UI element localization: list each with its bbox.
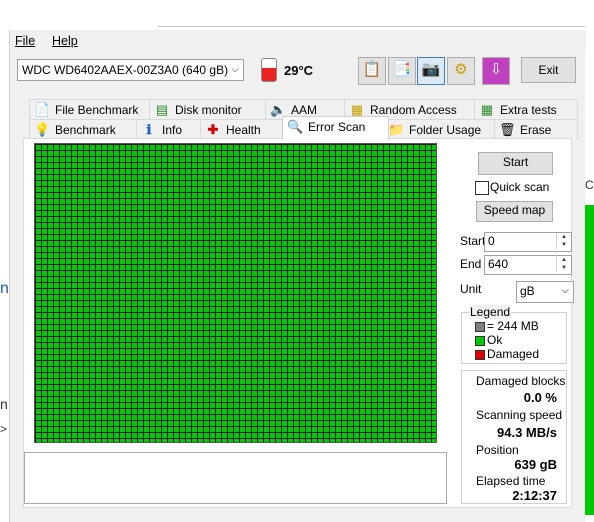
tab-extra-tests[interactable]: ▦ Extra tests [474, 99, 578, 120]
magnifier-icon: 🔍 [287, 119, 304, 134]
background-text: > [0, 422, 8, 436]
exit-button[interactable]: Exit [521, 57, 576, 83]
quick-scan-checkbox[interactable] [475, 181, 489, 195]
legend-title: Legend [469, 305, 512, 319]
start-input[interactable]: 0 ▲ ▼ [484, 232, 572, 252]
scan-log-box[interactable] [24, 452, 447, 504]
scan-grid-lines [35, 144, 436, 442]
legend-box: Legend = 244 MB Ok Damaged [461, 305, 567, 364]
thermometer-icon [261, 58, 277, 82]
legend-damaged: Damaged [487, 347, 540, 361]
options-button[interactable]: ⚙ [447, 57, 475, 85]
unit-select[interactable]: gB ⌵ [516, 281, 574, 303]
start-scan-button[interactable]: Start [478, 152, 553, 175]
copy-button[interactable]: 📋 [358, 57, 386, 85]
chart-icon: ▤ [155, 102, 169, 117]
screenshot-button[interactable]: 📷 [417, 57, 445, 85]
damaged-blocks-label: Damaged blocks [476, 374, 566, 388]
download-button[interactable]: ⇩ [482, 57, 510, 85]
temperature-readout: 29°C [284, 63, 314, 78]
scanning-speed-value: 94.3 MB/s [497, 425, 557, 440]
bulb-icon: 💡 [34, 122, 51, 137]
damaged-blocks-value: 0.0 % [523, 390, 557, 405]
tab-health[interactable]: ✚ Health [200, 119, 288, 140]
tab-error-scan[interactable]: 🔍 Error Scan [282, 116, 389, 140]
menu-bar: File Help [10, 30, 586, 52]
block-swatch [475, 322, 485, 332]
menu-help[interactable]: Help [52, 34, 78, 48]
tab-file-benchmark[interactable]: 📄 File Benchmark [29, 99, 155, 120]
tools-icon: ⚙ [454, 61, 468, 78]
chevron-down-icon: ⌵ [231, 64, 239, 75]
chevron-down-icon: ⌵ [561, 285, 569, 296]
scanning-speed-label: Scanning speed [476, 408, 563, 422]
spinner-arrows-icon[interactable]: ▲ ▼ [556, 233, 571, 249]
drive-select[interactable]: WDC WD6402AAEX-00Z3A0 (640 gB) ⌵ [17, 59, 244, 81]
save-text-icon: 📑 [392, 61, 412, 78]
drive-select-value: WDC WD6402AAEX-00Z3A0 (640 gB) [22, 63, 229, 77]
unit-label: Unit [460, 282, 482, 296]
tab-folder-usage[interactable]: 📁 Folder Usage [383, 119, 500, 140]
trash-icon: 🗑 [499, 122, 516, 137]
menu-file[interactable]: File [15, 34, 35, 48]
tab-info[interactable]: ℹ Info [136, 119, 206, 140]
legend-ok: Ok [487, 333, 503, 347]
camera-icon: 📷 [421, 61, 441, 78]
end-label: End [460, 257, 482, 271]
download-icon: ⇩ [489, 61, 503, 78]
speed-map-button[interactable]: Speed map [476, 201, 553, 222]
save-text-button[interactable]: 📑 [388, 57, 416, 85]
folder-icon: 📁 [388, 122, 405, 137]
tab-erase[interactable]: 🗑 Erase [494, 119, 578, 140]
ok-swatch [475, 336, 485, 346]
position-label: Position [476, 443, 519, 457]
scan-blocks [35, 144, 436, 442]
background-text: n [0, 280, 9, 297]
end-input[interactable]: 640 ▲ ▼ [484, 255, 572, 275]
legend-block-size: = 244 MB [487, 319, 539, 333]
elapsed-time-value: 2:12:37 [512, 488, 557, 503]
damaged-swatch [475, 350, 485, 360]
copy-icon: 📋 [362, 61, 382, 78]
info-icon: ℹ [146, 122, 152, 137]
quick-scan-label: Quick scan [490, 180, 550, 194]
elapsed-time-label: Elapsed time [476, 474, 546, 488]
scan-stats-box: Damaged blocks 0.0 % Scanning speed 94.3… [461, 370, 567, 504]
file-info-icon: 📄 [34, 102, 51, 117]
table-icon: ▦ [480, 102, 494, 117]
tab-benchmark[interactable]: 💡 Benchmark [29, 119, 142, 140]
scan-block-grid [34, 143, 437, 443]
position-value: 639 gB [514, 457, 557, 472]
background-text: C [585, 178, 594, 192]
start-label: Start [460, 234, 486, 248]
health-cross-icon: ✚ [207, 122, 219, 137]
tab-disk-monitor[interactable]: ▤ Disk monitor [149, 99, 271, 120]
spinner-arrows-icon[interactable]: ▲ ▼ [556, 256, 571, 272]
